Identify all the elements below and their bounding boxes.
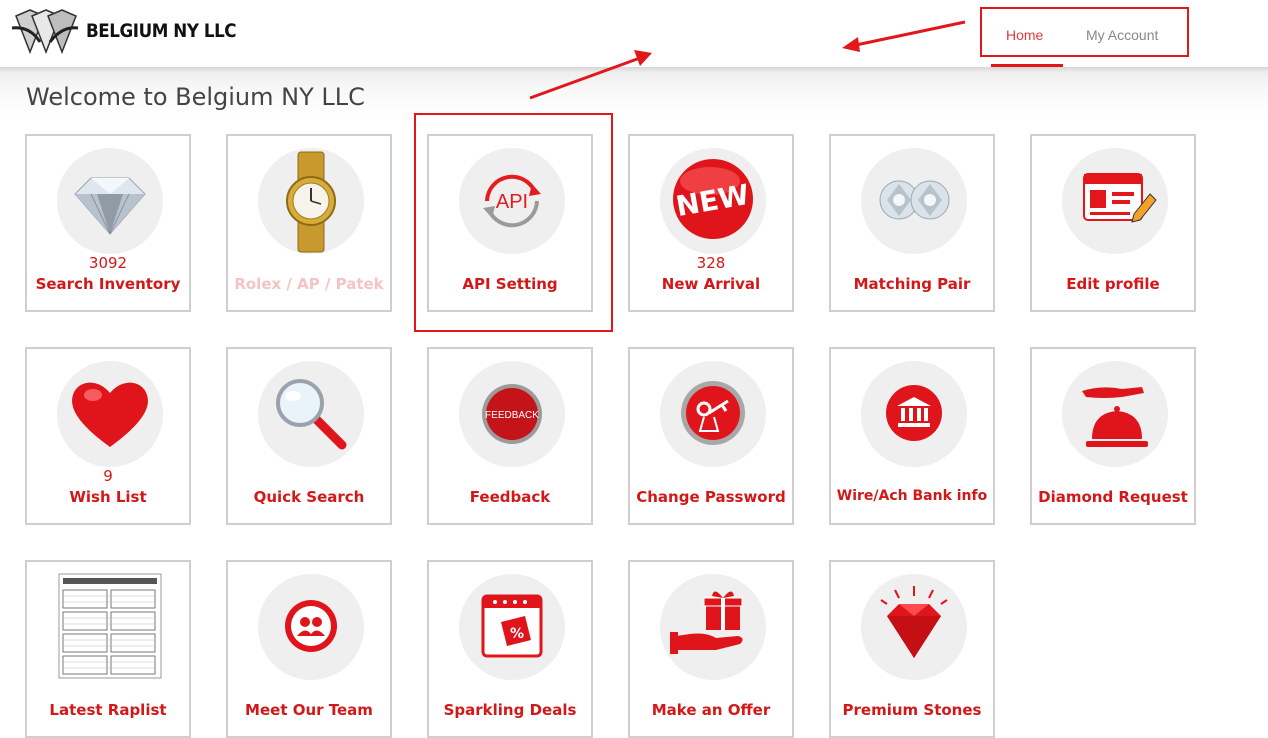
tile-label: Latest Raplist	[49, 701, 167, 719]
header: BELGIUM NY LLC Home My Account	[0, 0, 1268, 70]
tile-label: Premium Stones	[842, 701, 982, 719]
tile-change-password[interactable]: Change Password	[628, 347, 794, 525]
tile-new-arrival[interactable]: NEW 328 New Arrival	[628, 134, 794, 312]
nav-my-account-link[interactable]: My Account	[1086, 27, 1158, 43]
tile-diamond-request[interactable]: Diamond Request	[1030, 347, 1196, 525]
new-badge-icon: NEW	[660, 148, 766, 254]
tile-make-an-offer[interactable]: Make an Offer	[628, 560, 794, 738]
tile-label: Diamond Request	[1038, 488, 1188, 506]
tile-label: Change Password	[636, 488, 786, 506]
inventory-count: 3092	[88, 254, 128, 272]
brand-logo[interactable]: BELGIUM NY LLC	[10, 6, 257, 56]
tile-edit-profile[interactable]: Edit profile	[1030, 134, 1196, 312]
tile-label: Feedback	[469, 488, 551, 506]
tile-wire-ach-bank-info[interactable]: Wire/Ach Bank info	[829, 347, 995, 525]
tile-search-inventory[interactable]: 3092 Search Inventory	[25, 134, 191, 312]
watch-icon	[258, 148, 364, 254]
brand-name: BELGIUM NY LLC	[86, 20, 237, 42]
tile-wish-list[interactable]: 9 Wish List	[25, 347, 191, 525]
diamond-logo-icon	[11, 9, 79, 55]
tile-label: Sparkling Deals	[443, 701, 577, 719]
api-setting-highlight-box	[414, 113, 613, 332]
key-icon	[660, 361, 766, 467]
tile-latest-raplist[interactable]: Latest Raplist	[25, 560, 191, 738]
raplist-document-icon	[57, 572, 163, 682]
bank-icon	[861, 361, 967, 467]
wish-list-count: 9	[103, 467, 113, 485]
gift-hand-icon	[660, 574, 766, 680]
tile-rolex-ap-patek[interactable]: Rolex / AP / Patek	[226, 134, 392, 312]
tile-matching-pair[interactable]: Matching Pair	[829, 134, 995, 312]
svg-text:FEEDBACK: FEEDBACK	[485, 410, 539, 421]
tile-premium-stones[interactable]: Premium Stones	[829, 560, 995, 738]
svg-text:%: %	[510, 626, 524, 642]
feedback-icon: FEEDBACK	[459, 361, 565, 467]
tile-label: Wire/Ach Bank info	[836, 488, 988, 504]
calendar-discount-icon: %	[459, 574, 565, 680]
tile-label: Wish List	[69, 488, 147, 506]
gem-icon	[861, 574, 967, 680]
profile-card-icon	[1062, 148, 1168, 254]
tile-label: Matching Pair	[853, 275, 971, 293]
magnifier-icon	[258, 361, 364, 467]
tile-label: Search Inventory	[35, 275, 181, 293]
tile-sparkling-deals[interactable]: % Sparkling Deals	[427, 560, 593, 738]
nav-home-link[interactable]: Home	[1006, 27, 1043, 43]
tile-feedback[interactable]: FEEDBACK Feedback	[427, 347, 593, 525]
heart-icon	[57, 361, 163, 467]
tile-label: New Arrival	[661, 275, 761, 293]
team-icon	[258, 574, 364, 680]
service-bell-icon	[1062, 361, 1168, 467]
tile-quick-search[interactable]: Quick Search	[226, 347, 392, 525]
new-arrival-count: 328	[696, 254, 726, 272]
tile-meet-our-team[interactable]: Meet Our Team	[226, 560, 392, 738]
tile-label: Edit profile	[1066, 275, 1160, 293]
tile-label: Meet Our Team	[245, 701, 373, 719]
diamond-icon	[57, 148, 163, 254]
tile-label: Quick Search	[253, 488, 365, 506]
diamond-pair-icon	[861, 148, 967, 254]
tile-label: Make an Offer	[651, 701, 771, 719]
tile-label: Rolex / AP / Patek	[234, 275, 384, 293]
page-title: Welcome to Belgium NY LLC	[26, 83, 365, 111]
